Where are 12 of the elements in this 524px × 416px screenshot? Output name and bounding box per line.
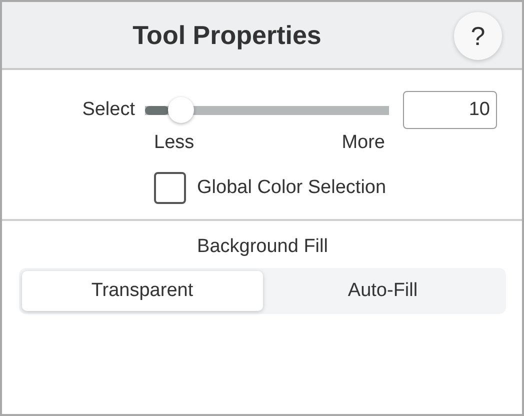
checkbox-label: Global Color Selection: [197, 177, 386, 199]
min-label: Less: [154, 132, 194, 154]
slider-label: Select: [81, 99, 136, 121]
max-label: More: [342, 132, 385, 154]
help-button[interactable]: ?: [454, 12, 502, 60]
checkbox[interactable]: [154, 172, 186, 204]
panel-title: Tool Properties: [132, 20, 322, 50]
value-field[interactable]: 10: [403, 91, 497, 129]
section-label: Background Fill: [197, 236, 328, 258]
segment-option[interactable]: Auto-Fill: [262, 271, 503, 311]
slider-thumb[interactable]: [168, 97, 194, 123]
segment-option[interactable]: Transparent: [22, 271, 262, 311]
